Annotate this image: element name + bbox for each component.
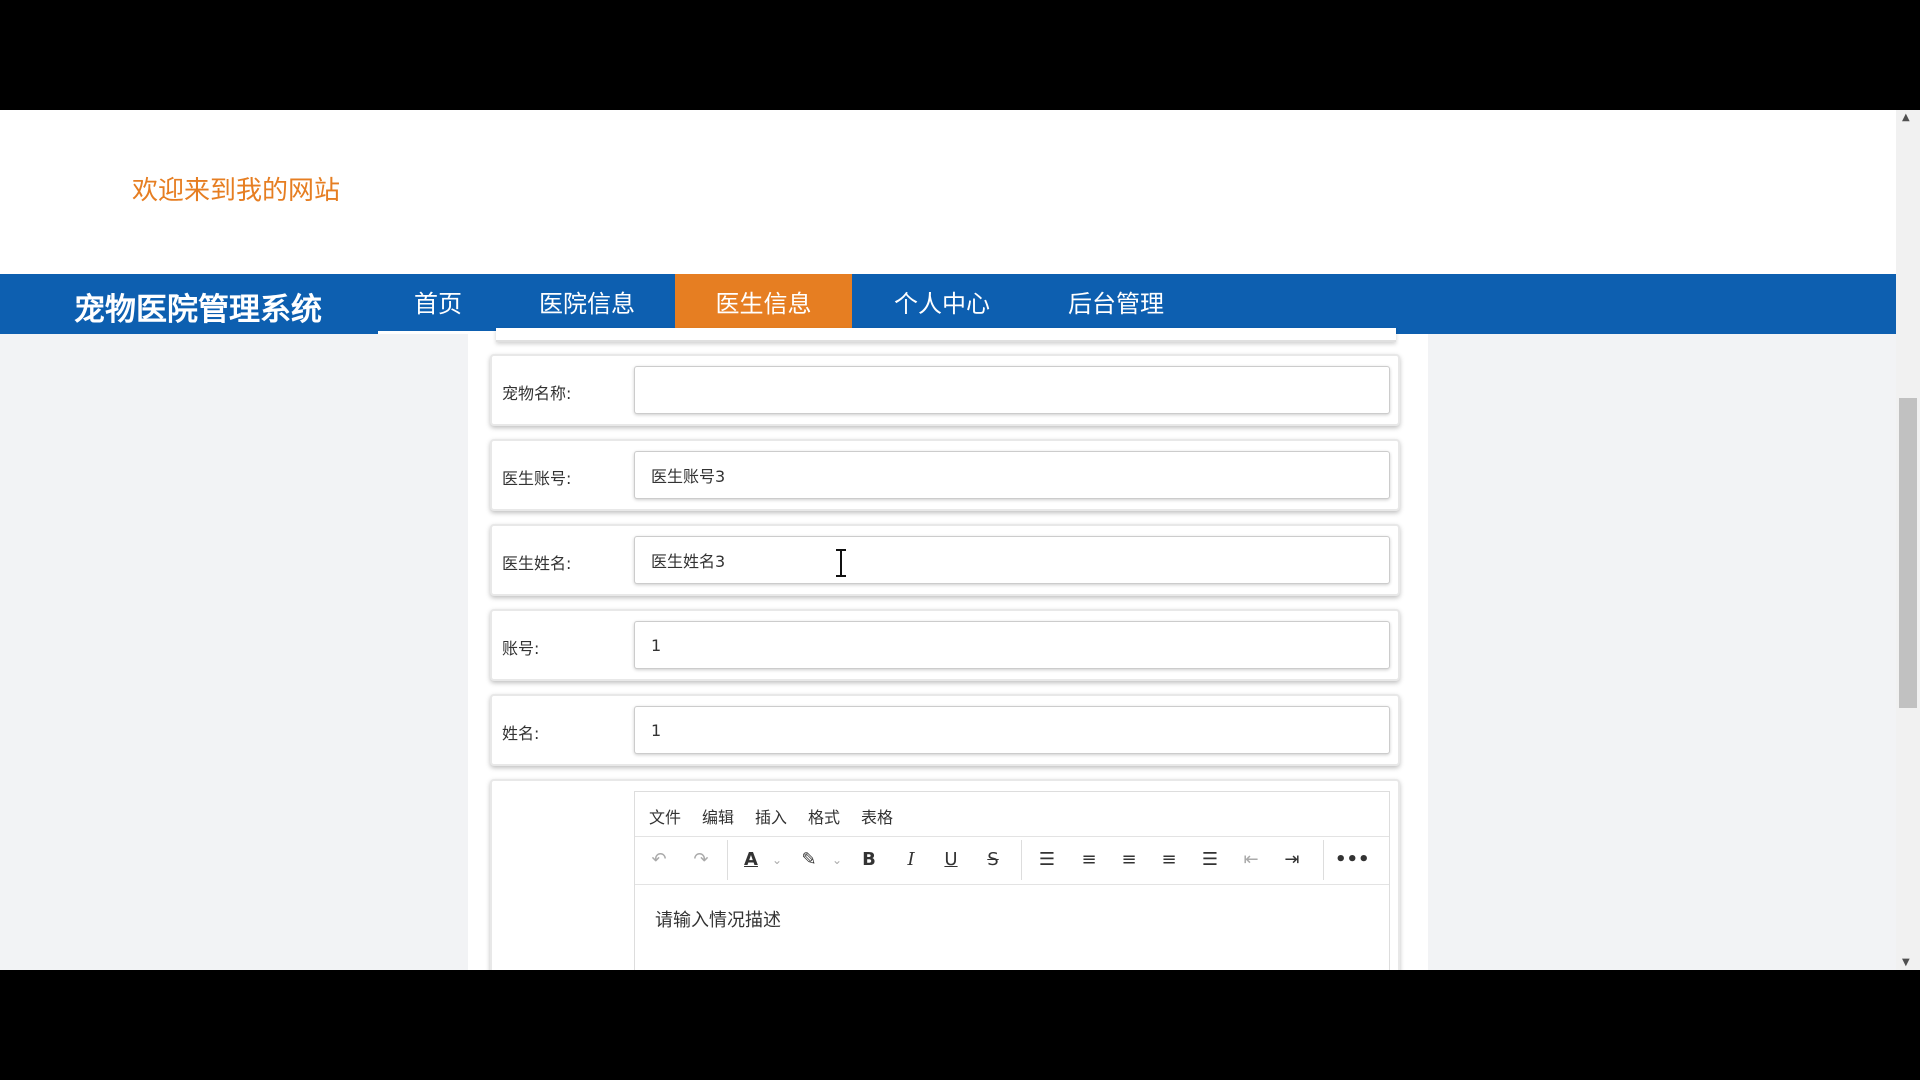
chevron-down-icon[interactable]: ⌄ — [825, 848, 849, 872]
nav-home[interactable]: 首页 — [378, 274, 498, 334]
page-scrollbar[interactable]: ▲ ▼ — [1896, 110, 1920, 970]
align-justify-icon[interactable]: ☰ — [1198, 848, 1222, 872]
account-label: 账号: — [502, 639, 540, 658]
menu-file[interactable]: 文件 — [649, 804, 681, 828]
nav-doctor-info[interactable]: 医生信息 — [675, 274, 852, 334]
menu-format[interactable]: 格式 — [808, 804, 840, 828]
doctor-account-input[interactable] — [634, 451, 1390, 499]
nav-admin[interactable]: 后台管理 — [1032, 274, 1200, 334]
rich-text-editor: 文件 编辑 插入 格式 表格 ↶ ↷ A ⌄ ✎ ⌄ B I U S ☰ ≡ ≡… — [634, 791, 1390, 970]
align-right-icon[interactable]: ≡ — [1157, 848, 1181, 872]
navbar: 宠物医院管理系统 首页 医院信息 医生信息 个人中心 后台管理 — [0, 274, 1896, 334]
doctor-account-label: 医生账号: — [502, 469, 572, 488]
letterbox-top — [0, 0, 1920, 110]
menu-insert[interactable]: 插入 — [755, 804, 787, 828]
highlight-icon[interactable]: ✎ — [797, 848, 821, 872]
indent-icon[interactable]: ⇥ — [1280, 848, 1304, 872]
previous-row-edge — [496, 328, 1396, 342]
form-row-doctor-name: 医生姓名: — [490, 524, 1400, 596]
toolbar-separator — [1021, 840, 1022, 880]
editor-placeholder[interactable]: 请输入情况描述 — [655, 906, 781, 932]
welcome-text: 欢迎来到我的网站 — [132, 176, 341, 206]
nav-hospital-info[interactable]: 医院信息 — [502, 274, 672, 334]
chevron-down-icon[interactable]: ⌄ — [765, 848, 789, 872]
form-row-account: 账号: — [490, 609, 1400, 681]
numbered-list-icon[interactable]: ☰ — [1035, 848, 1059, 872]
form-row-name: 姓名: — [490, 694, 1400, 766]
editor-menubar: 文件 编辑 插入 格式 表格 — [635, 792, 1389, 837]
form-row-doctor-account: 医生账号: — [490, 439, 1400, 511]
text-cursor-icon — [836, 549, 846, 577]
text-color-icon[interactable]: A — [739, 848, 763, 872]
toolbar-separator — [727, 840, 728, 880]
account-input[interactable] — [634, 621, 1390, 669]
align-center-icon[interactable]: ≡ — [1117, 848, 1141, 872]
bold-icon[interactable]: B — [857, 848, 881, 872]
doctor-name-input[interactable] — [634, 536, 1390, 584]
pet-name-label: 宠物名称: — [502, 384, 572, 403]
form-row-pet-name: 宠物名称: — [490, 354, 1400, 426]
site-brand: 宠物医院管理系统 — [74, 292, 322, 328]
browser-viewport: 欢迎来到我的网站 宠物医院管理系统 首页 医院信息 医生信息 个人中心 后台管理… — [0, 110, 1920, 970]
menu-edit[interactable]: 编辑 — [702, 804, 734, 828]
undo-icon[interactable]: ↶ — [647, 848, 671, 872]
welcome-bar: 欢迎来到我的网站 — [0, 110, 1896, 274]
letterbox-bottom — [0, 970, 1920, 1080]
name-input[interactable] — [634, 706, 1390, 754]
underline-icon[interactable]: U — [939, 848, 963, 872]
scroll-down-icon[interactable]: ▼ — [1902, 957, 1910, 968]
align-left-icon[interactable]: ≡ — [1077, 848, 1101, 872]
scroll-thumb[interactable] — [1899, 398, 1917, 708]
outdent-icon[interactable]: ⇤ — [1239, 848, 1263, 872]
nav-personal-center[interactable]: 个人中心 — [856, 274, 1028, 334]
strikethrough-icon[interactable]: S — [981, 848, 1005, 872]
scroll-up-icon[interactable]: ▲ — [1902, 112, 1910, 123]
editor-toolbar: ↶ ↷ A ⌄ ✎ ⌄ B I U S ☰ ≡ ≡ ≡ ☰ ⇤ ⇥ ••• — [635, 836, 1389, 885]
toolbar-separator — [1323, 840, 1324, 880]
form-panel: 宠物名称: 医生账号: 医生姓名: 账号: 姓名: 文件 编辑 插入 — [468, 328, 1428, 970]
form-row-description: 文件 编辑 插入 格式 表格 ↶ ↷ A ⌄ ✎ ⌄ B I U S ☰ ≡ ≡… — [490, 779, 1400, 970]
redo-icon[interactable]: ↷ — [689, 848, 713, 872]
menu-table[interactable]: 表格 — [861, 804, 893, 828]
name-label: 姓名: — [502, 724, 540, 743]
doctor-name-label: 医生姓名: — [502, 554, 572, 573]
italic-icon[interactable]: I — [899, 848, 923, 872]
pet-name-input[interactable] — [634, 366, 1390, 414]
more-icon[interactable]: ••• — [1335, 848, 1370, 872]
